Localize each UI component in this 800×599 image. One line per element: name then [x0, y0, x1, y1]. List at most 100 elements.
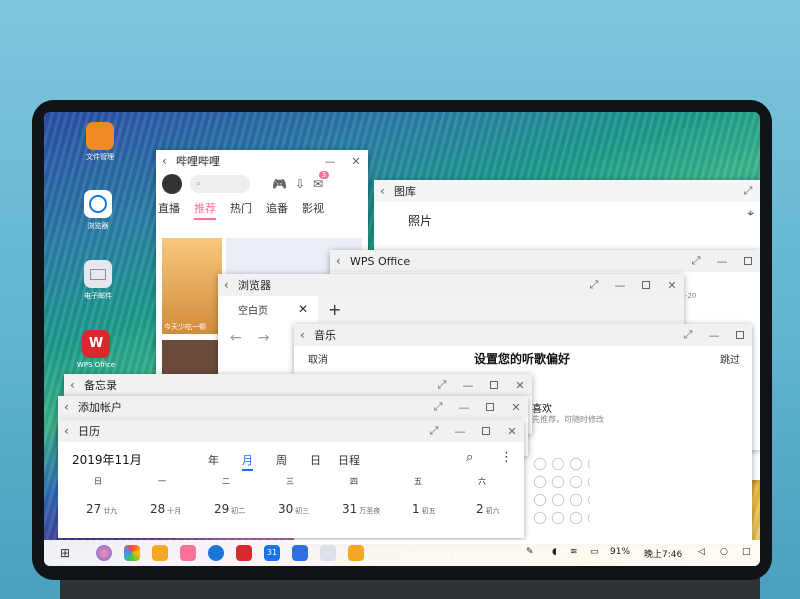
browser-tab[interactable]: 空白页 ✕: [218, 296, 318, 322]
more-icon[interactable]: ⋮: [500, 450, 513, 465]
location-icon[interactable]: ⌖: [747, 206, 754, 221]
view-day[interactable]: 日: [310, 452, 321, 468]
expand-icon[interactable]: ⤢: [742, 184, 754, 198]
minimize-icon[interactable]: —: [462, 379, 474, 392]
video-thumbnail-photo[interactable]: [162, 340, 222, 376]
tab-hot[interactable]: 热门: [230, 200, 252, 220]
back-icon[interactable]: ‹: [64, 400, 78, 414]
close-icon[interactable]: ✕: [350, 155, 362, 168]
tab-film[interactable]: 影视: [302, 200, 324, 220]
nav-back-icon[interactable]: ←: [230, 330, 242, 346]
mail-icon[interactable]: [84, 260, 112, 288]
date-cell[interactable]: 31 万圣夜: [342, 502, 380, 516]
back-icon[interactable]: ‹: [300, 328, 314, 342]
expand-icon[interactable]: ⤢: [682, 328, 694, 342]
window-title: WPS Office: [350, 254, 411, 268]
nav-recent-icon[interactable]: □: [742, 547, 751, 557]
calendar-dock-icon[interactable]: 31: [264, 545, 280, 561]
wps-icon[interactable]: W: [82, 330, 110, 358]
bilibili-icon[interactable]: [180, 545, 196, 561]
maximize-icon[interactable]: [640, 279, 652, 292]
maximize-icon[interactable]: [742, 255, 754, 268]
wifi-icon[interactable]: ≋: [570, 547, 578, 557]
close-icon[interactable]: ✕: [506, 425, 518, 438]
download-icon[interactable]: ⇩: [295, 177, 305, 191]
minimize-icon[interactable]: —: [708, 329, 720, 342]
view-month[interactable]: 月: [242, 452, 253, 471]
back-icon[interactable]: ‹: [162, 154, 176, 168]
preference-bubbles[interactable]: [530, 454, 590, 524]
close-tab-icon[interactable]: ✕: [298, 302, 308, 316]
expand-icon[interactable]: ⤢: [588, 278, 600, 292]
skip-button[interactable]: 跳过: [720, 351, 740, 366]
back-icon[interactable]: ‹: [380, 184, 394, 198]
minimize-icon[interactable]: —: [458, 401, 470, 414]
nav-back-icon[interactable]: ◁: [698, 547, 705, 557]
battery-level: 91%: [610, 547, 631, 557]
tablet-stand: [60, 578, 760, 599]
maximize-icon[interactable]: [734, 329, 746, 342]
new-tab-icon[interactable]: +: [328, 300, 341, 319]
date-cell[interactable]: 2 初六: [476, 502, 500, 516]
battery-icon: ▭: [590, 547, 599, 557]
date-cell[interactable]: 28 十月: [150, 502, 181, 516]
tab-recommend[interactable]: 推荐: [194, 200, 216, 220]
date-cell[interactable]: 1 初五: [412, 502, 436, 516]
tab-label: 空白页: [238, 305, 268, 317]
maximize-icon[interactable]: [484, 401, 496, 414]
nav-home-icon[interactable]: ○: [720, 547, 728, 557]
date-cell[interactable]: 29 初二: [214, 502, 245, 516]
pen-icon[interactable]: ✎: [526, 547, 534, 557]
back-icon[interactable]: ‹: [70, 378, 84, 392]
cancel-button[interactable]: 取消: [308, 351, 328, 366]
close-icon[interactable]: ✕: [666, 279, 678, 292]
tablet-screen: 文件管理 浏览器 电子邮件 W WPS Office ‹ 哔哩哔哩 — ✕ ⌕ 🎮…: [44, 112, 760, 566]
avatar[interactable]: [162, 174, 182, 194]
minimize-icon[interactable]: —: [324, 155, 336, 168]
game-icon[interactable]: 🎮: [272, 177, 287, 191]
expand-icon[interactable]: ⤢: [428, 424, 440, 438]
date-cell[interactable]: 27 廿九: [86, 502, 117, 516]
browser-icon[interactable]: [84, 190, 112, 218]
music-dock-icon[interactable]: [292, 545, 308, 561]
desktop-label: 电子邮件: [84, 292, 112, 300]
nav-forward-icon[interactable]: →: [258, 330, 270, 346]
date-cell[interactable]: 30 初三: [278, 502, 309, 516]
view-schedule[interactable]: 日程: [338, 452, 360, 468]
back-icon[interactable]: ‹: [64, 424, 78, 438]
file-manager-icon[interactable]: [86, 122, 114, 150]
minimize-icon[interactable]: —: [454, 425, 466, 438]
search-icon[interactable]: ⌕: [466, 450, 473, 465]
video-thumbnail-cat[interactable]: 今天少吃一顿: [162, 238, 222, 334]
tab-live[interactable]: 直播: [158, 200, 180, 220]
view-week[interactable]: 周: [276, 452, 287, 468]
maximize-icon[interactable]: [480, 425, 492, 438]
wps-dock-icon[interactable]: [236, 545, 252, 561]
back-icon[interactable]: ‹: [336, 254, 350, 268]
expand-icon[interactable]: ⤢: [690, 254, 702, 268]
search-input[interactable]: ⌕: [190, 175, 250, 193]
message-badge: 3: [318, 171, 330, 179]
weekday: 六: [478, 477, 486, 486]
close-icon[interactable]: ✕: [510, 401, 522, 414]
message-icon[interactable]: ✉ 3: [313, 171, 330, 191]
mail-dock-icon[interactable]: [320, 545, 336, 561]
volume-icon[interactable]: ◖: [552, 547, 557, 557]
minimize-icon[interactable]: —: [716, 255, 728, 268]
minimize-icon[interactable]: —: [614, 279, 626, 292]
back-icon[interactable]: ‹: [224, 278, 238, 292]
assistant-icon[interactable]: [96, 545, 112, 561]
apps-icon[interactable]: [152, 545, 168, 561]
weekday: 四: [350, 477, 358, 486]
close-icon[interactable]: ✕: [514, 379, 526, 392]
app-grid-icon[interactable]: ⊞: [60, 546, 70, 560]
music-sub: 先推荐，可随时修改: [532, 415, 604, 424]
expand-icon[interactable]: ⤢: [432, 400, 444, 414]
browser-dock-icon[interactable]: [208, 545, 224, 561]
maximize-icon[interactable]: [488, 379, 500, 392]
view-year[interactable]: 年: [208, 452, 219, 468]
expand-icon[interactable]: ⤢: [436, 378, 448, 392]
memo-dock-icon[interactable]: [348, 545, 364, 561]
tab-bangumi[interactable]: 追番: [266, 200, 288, 220]
gallery-icon[interactable]: [124, 545, 140, 561]
